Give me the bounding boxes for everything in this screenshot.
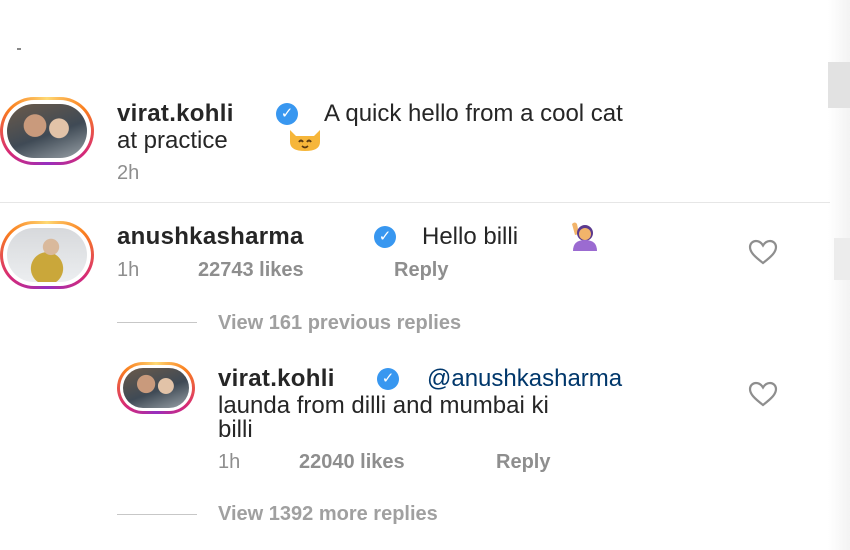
woman-raising-hand-emoji <box>572 222 597 251</box>
replies-rule <box>117 322 197 323</box>
avatar-photo <box>7 228 87 282</box>
heart-outline-icon[interactable] <box>748 381 778 407</box>
comment-reply-button[interactable]: Reply <box>394 259 448 282</box>
right-edge-blur <box>828 0 850 550</box>
reply-mention-link[interactable]: @anushkasharma <box>427 365 622 393</box>
avatar-photo <box>123 368 189 408</box>
edge-blur-top <box>828 62 850 108</box>
view-more-replies[interactable]: View 1392 more replies <box>218 503 438 526</box>
commenter-avatar[interactable] <box>0 221 94 289</box>
reply-reply-button[interactable]: Reply <box>496 451 550 474</box>
post-author-avatar[interactable] <box>0 97 94 165</box>
verified-badge-icon: ✓ <box>374 226 396 248</box>
reply-username[interactable]: virat.kohli <box>218 365 335 393</box>
comment-text: Hello billi <box>422 223 519 250</box>
avatar-photo <box>7 104 87 158</box>
post-caption-line-1: A quick hello from a cool cat <box>324 100 623 127</box>
comment-username[interactable]: anushkasharma <box>117 223 304 251</box>
post-timestamp: 2h <box>117 162 140 184</box>
reply-text-line-2: billi <box>218 416 253 443</box>
post-username[interactable]: virat.kohli <box>117 100 234 128</box>
reply-timestamp: 1h <box>218 451 241 473</box>
more-replies-rule <box>117 514 197 515</box>
reply-text-line-1: launda from dilli and mumbai ki <box>218 392 549 419</box>
view-previous-replies[interactable]: View 161 previous replies <box>218 312 461 335</box>
edge-blur-middle <box>834 238 850 280</box>
heart-outline-icon[interactable] <box>748 239 778 265</box>
reply-likes[interactable]: 22040 likes <box>299 451 405 474</box>
verified-badge-icon: ✓ <box>377 368 399 390</box>
caption-divider <box>0 202 830 203</box>
comment-likes[interactable]: 22743 likes <box>198 259 304 282</box>
status-mark <box>17 48 21 50</box>
cat-face-emoji <box>290 130 320 151</box>
verified-badge-icon: ✓ <box>276 103 298 125</box>
reply-author-avatar[interactable] <box>117 362 195 414</box>
post-caption-line-2: at practice <box>117 127 228 154</box>
comment-timestamp: 1h <box>117 259 140 281</box>
